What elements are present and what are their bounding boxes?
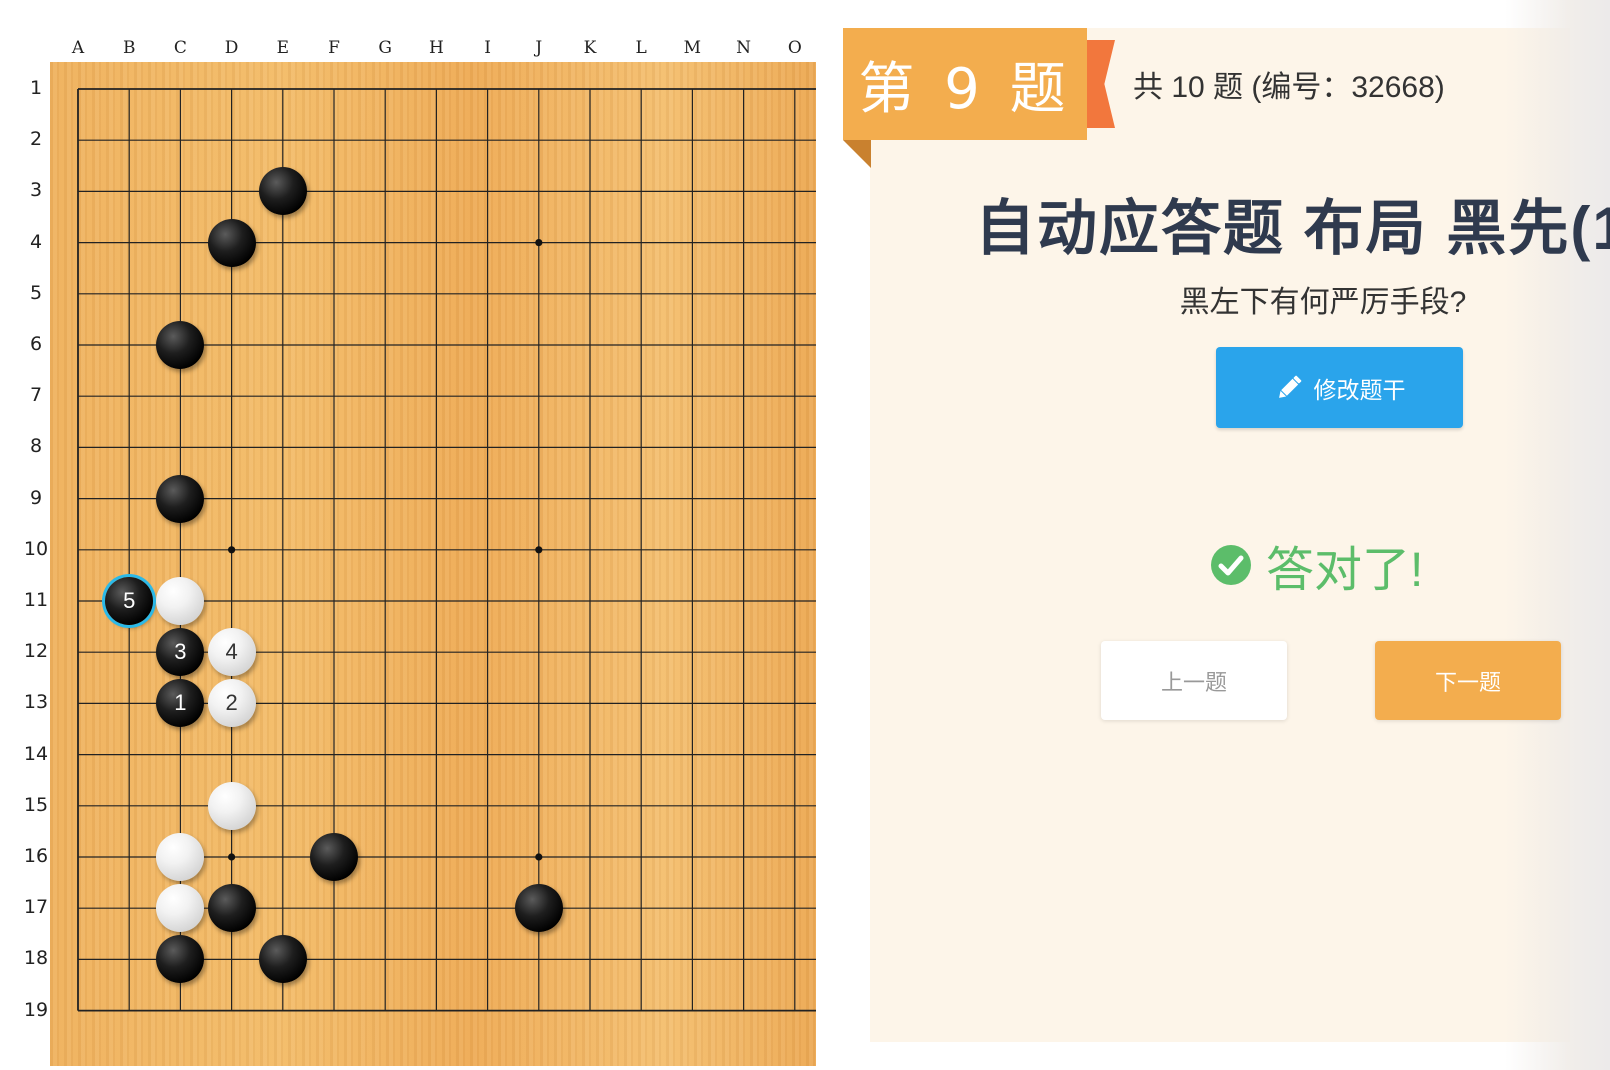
star-point-j16: [535, 853, 543, 861]
move-number: 4: [225, 639, 238, 665]
black-stone-c9: [156, 474, 205, 523]
black-stone-d17: [207, 884, 256, 933]
move-number: 5: [123, 588, 136, 613]
problem-title: 自动应答题 布局 黑先(1: [975, 195, 1610, 262]
column-label-h: H: [428, 38, 444, 58]
move-number: 3: [174, 639, 187, 665]
move-number: 1: [174, 690, 187, 716]
previous-problem-button[interactable]: 上一题: [1101, 641, 1287, 720]
problem-question: 黑左下有何严厉手段?: [1179, 286, 1467, 319]
column-label-k: K: [583, 38, 597, 58]
star-point-j4: [535, 239, 543, 247]
answer-result: 答对了!: [1210, 530, 1423, 600]
column-label-d: D: [224, 38, 239, 58]
column-label-f: F: [328, 38, 340, 58]
black-stone-j17: [514, 884, 563, 933]
ribbon-fold: [843, 140, 871, 168]
move-number: 2: [225, 690, 238, 716]
column-label-j: J: [535, 38, 543, 58]
white-stone-d15: [207, 781, 256, 830]
column-label-g: G: [378, 38, 392, 58]
edit-question-button[interactable]: 修改题干: [1216, 347, 1463, 428]
column-label-e: E: [276, 38, 289, 58]
black-stone-e3: [258, 167, 307, 216]
star-point-d16: [228, 853, 236, 861]
black-stone-e18: [258, 935, 307, 984]
check-circle-icon: [1211, 545, 1251, 585]
column-label-o: O: [787, 38, 802, 58]
star-point-d10: [228, 546, 236, 554]
column-label-a: A: [71, 38, 85, 58]
go-board-area: ABCDEFGHIJKLMNO 1 2 3 4 5 6 7 8 9 10 11 12 13 14 15 16 1…: [0, 0, 816, 1070]
black-stone-f16: [310, 833, 358, 881]
black-stone-d4: [207, 218, 256, 267]
column-label-n: N: [736, 38, 752, 58]
star-point-j10: [535, 546, 543, 554]
pencil-icon: [1278, 375, 1301, 398]
column-label-b: B: [122, 38, 136, 58]
column-label-l: L: [635, 38, 647, 58]
column-label-m: M: [683, 38, 702, 58]
column-label-i: I: [484, 38, 491, 58]
white-stone-d12: 4: [207, 628, 256, 677]
problem-count-info: 共 10 题 (编号：32668): [1133, 71, 1445, 104]
black-stone-b11: 5: [105, 577, 154, 625]
panel-edge-shadow: [1505, 0, 1610, 1070]
white-stone-d13: 2: [207, 679, 256, 728]
go-board[interactable]: 5 3 4 1 2: [50, 62, 816, 1066]
edit-question-label: 修改题干: [1313, 376, 1406, 403]
next-problem-button[interactable]: 下一题: [1375, 641, 1561, 720]
column-label-c: C: [173, 38, 187, 58]
problem-number-ribbon: 第 9 题: [843, 28, 1087, 140]
answer-result-text: 答对了!: [1266, 544, 1424, 597]
